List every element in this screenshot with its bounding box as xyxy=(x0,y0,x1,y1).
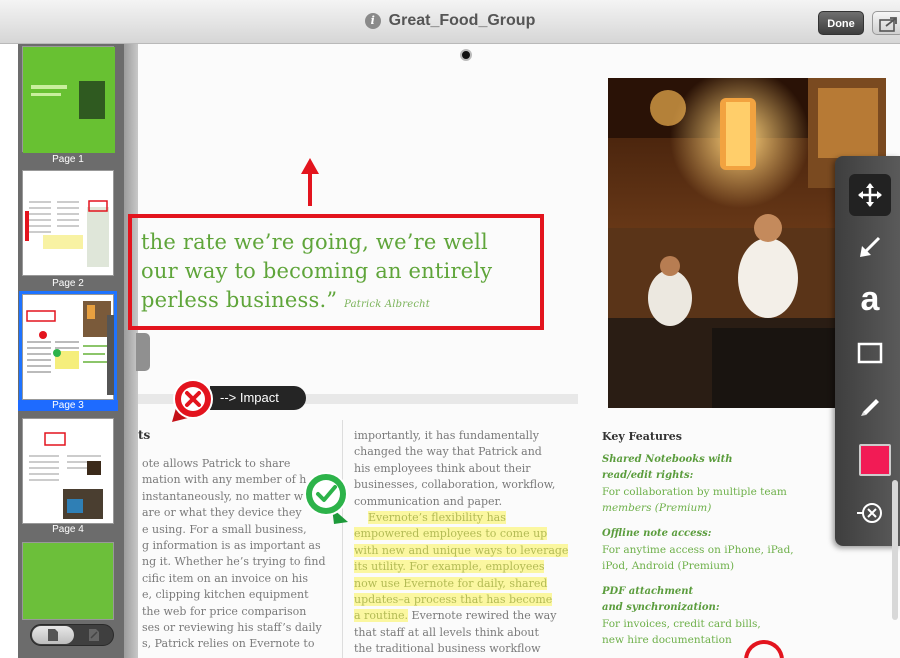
view-mode-toggle[interactable] xyxy=(30,624,114,646)
thumbnail-preview xyxy=(25,200,109,267)
text-tool-icon: a xyxy=(860,280,880,318)
pen-icon xyxy=(861,399,879,416)
body-line: are or what they device they xyxy=(142,506,302,520)
arrow-icon xyxy=(860,236,881,257)
page-label-2: Page 2 xyxy=(52,278,84,289)
body-column-middle: importantly, it has fundamentally change… xyxy=(354,428,569,658)
color-swatch[interactable] xyxy=(859,444,891,476)
page-label-4: Page 4 xyxy=(52,524,84,535)
section-heading: ts xyxy=(138,428,151,442)
body-line: ses or reviewing his staff’s daily xyxy=(142,621,322,635)
body-line: the web for price comparison xyxy=(142,604,307,618)
body-line: g information is as important as xyxy=(142,539,321,553)
body-line: e using. For a small business, xyxy=(142,522,307,536)
feature-title: Shared Notebooks with xyxy=(602,454,733,465)
reject-stamp-icon[interactable] xyxy=(170,378,216,424)
page-thumbnail-5[interactable] xyxy=(22,542,114,620)
quote-line-1: the rate we’re going, we’re well xyxy=(141,230,488,254)
pull-quote: the rate we’re going, we’re well our way… xyxy=(141,228,492,319)
share-button[interactable] xyxy=(872,11,900,35)
page-view-toggle[interactable] xyxy=(32,626,74,644)
highlighted-text[interactable]: updates–a process that has become xyxy=(354,593,553,607)
feature-desc: For invoices, credit card bills, xyxy=(602,618,761,630)
red-arrow-annotation[interactable] xyxy=(298,156,322,208)
feature-desc: members (Premium) xyxy=(602,502,712,514)
feature-desc: For collaboration by multiple team xyxy=(602,486,787,498)
quote-line-3: perless business.” Patrick Albrecht xyxy=(141,286,492,319)
highlighted-text[interactable]: now use Evernote for daily, shared xyxy=(354,576,548,590)
arrow-tool[interactable] xyxy=(849,226,891,268)
quote-author: Patrick Albrecht xyxy=(344,299,431,310)
key-features: Key Features Shared Notebooks with read/… xyxy=(602,430,794,648)
thumbnail-preview xyxy=(23,47,115,153)
share-icon xyxy=(879,17,897,32)
page-thumbnail-3[interactable] xyxy=(19,291,117,403)
quote-line-2: our way to becoming an entirely xyxy=(141,259,493,283)
vertical-scrollbar[interactable] xyxy=(892,480,898,620)
done-button[interactable]: Done xyxy=(818,11,864,35)
document-title-area: i Great_Food_Group xyxy=(0,12,900,30)
highlighted-text[interactable]: Evernote’s flexibility has xyxy=(368,511,506,525)
highlighted-text[interactable]: a routine. xyxy=(354,609,409,623)
page-label-3: Page 3 xyxy=(18,400,118,411)
quote-line-3-text: perless business.” xyxy=(141,288,338,312)
body-line: s, Patrick relies on Evernote to xyxy=(142,637,315,651)
body-line: e, clipping kitchen equipment xyxy=(142,588,309,602)
eraser-tool[interactable] xyxy=(849,492,891,534)
thumbnail-preview xyxy=(26,301,115,395)
rectangle-icon xyxy=(857,342,883,364)
page-thumbnail-1[interactable] xyxy=(22,46,115,153)
rectangle-tool[interactable] xyxy=(849,332,891,374)
thumbnail-preview xyxy=(29,432,103,519)
body-line: changed the way that Patrick and xyxy=(354,445,542,459)
body-line: mation with any member of h xyxy=(142,473,307,487)
page-thumbnail-sidebar: Page 1 Page 2 Page 3 Page 4 xyxy=(18,44,124,658)
body-line: businesses, collaboration, workflow, xyxy=(354,478,556,492)
page-view-icon xyxy=(48,629,58,641)
sidebar-pull-tab[interactable] xyxy=(136,333,150,371)
highlighted-text[interactable]: empowered employees to come up xyxy=(354,527,548,541)
body-line: instantaneously, no matter w xyxy=(142,489,304,503)
page-thumbnail-2[interactable] xyxy=(22,170,114,276)
feature-desc: For anytime access on iPhone, iPad, xyxy=(602,544,794,556)
pen-tool[interactable] xyxy=(849,384,891,426)
body-line: Evernote rewired the way xyxy=(408,609,557,623)
body-line: his employees think about their xyxy=(354,461,531,475)
impact-callout[interactable]: --> Impact xyxy=(210,386,306,410)
body-line: ote allows Patrick to share xyxy=(142,457,291,470)
body-line: ng it. Whether he’s trying to find xyxy=(142,555,326,569)
highlighted-text[interactable]: its utility. For example, employees xyxy=(354,560,545,574)
body-line: communication and paper. xyxy=(354,494,503,508)
text-tool[interactable]: a xyxy=(849,278,891,320)
feature-title: Offline note access: xyxy=(602,528,712,539)
feature-title: read/edit rights: xyxy=(602,470,694,481)
key-features-heading: Key Features xyxy=(602,430,682,443)
body-line: importantly, it has fundamentally xyxy=(354,429,539,442)
annotation-toolbar: a xyxy=(835,156,900,546)
annotation-view-icon[interactable] xyxy=(89,629,99,641)
approve-stamp-icon[interactable] xyxy=(302,470,352,526)
eraser-icon xyxy=(857,503,882,523)
feature-desc: iPod, Android (Premium) xyxy=(602,560,735,572)
page-anchor-dot[interactable] xyxy=(460,49,472,61)
body-column-left: ote allows Patrick to share mation with … xyxy=(142,456,326,653)
title-bar: i Great_Food_Group Done xyxy=(0,0,900,44)
move-icon xyxy=(858,183,882,207)
page-label-1: Page 1 xyxy=(52,154,84,165)
body-line: cific item on an invoice on his xyxy=(142,571,308,585)
info-icon[interactable]: i xyxy=(364,13,381,29)
highlighted-text[interactable]: with new and unique ways to leverage xyxy=(354,543,569,557)
feature-title: and synchronization: xyxy=(602,602,720,613)
move-tool[interactable] xyxy=(849,174,891,216)
page-thumbnail-4[interactable] xyxy=(22,418,114,524)
feature-title: PDF attachment xyxy=(602,586,694,597)
column-divider xyxy=(342,420,343,658)
body-line: that staff at all levels think about xyxy=(354,625,539,639)
document-title: Great_Food_Group xyxy=(388,12,536,29)
body-line: the traditional business workflow xyxy=(354,642,541,656)
